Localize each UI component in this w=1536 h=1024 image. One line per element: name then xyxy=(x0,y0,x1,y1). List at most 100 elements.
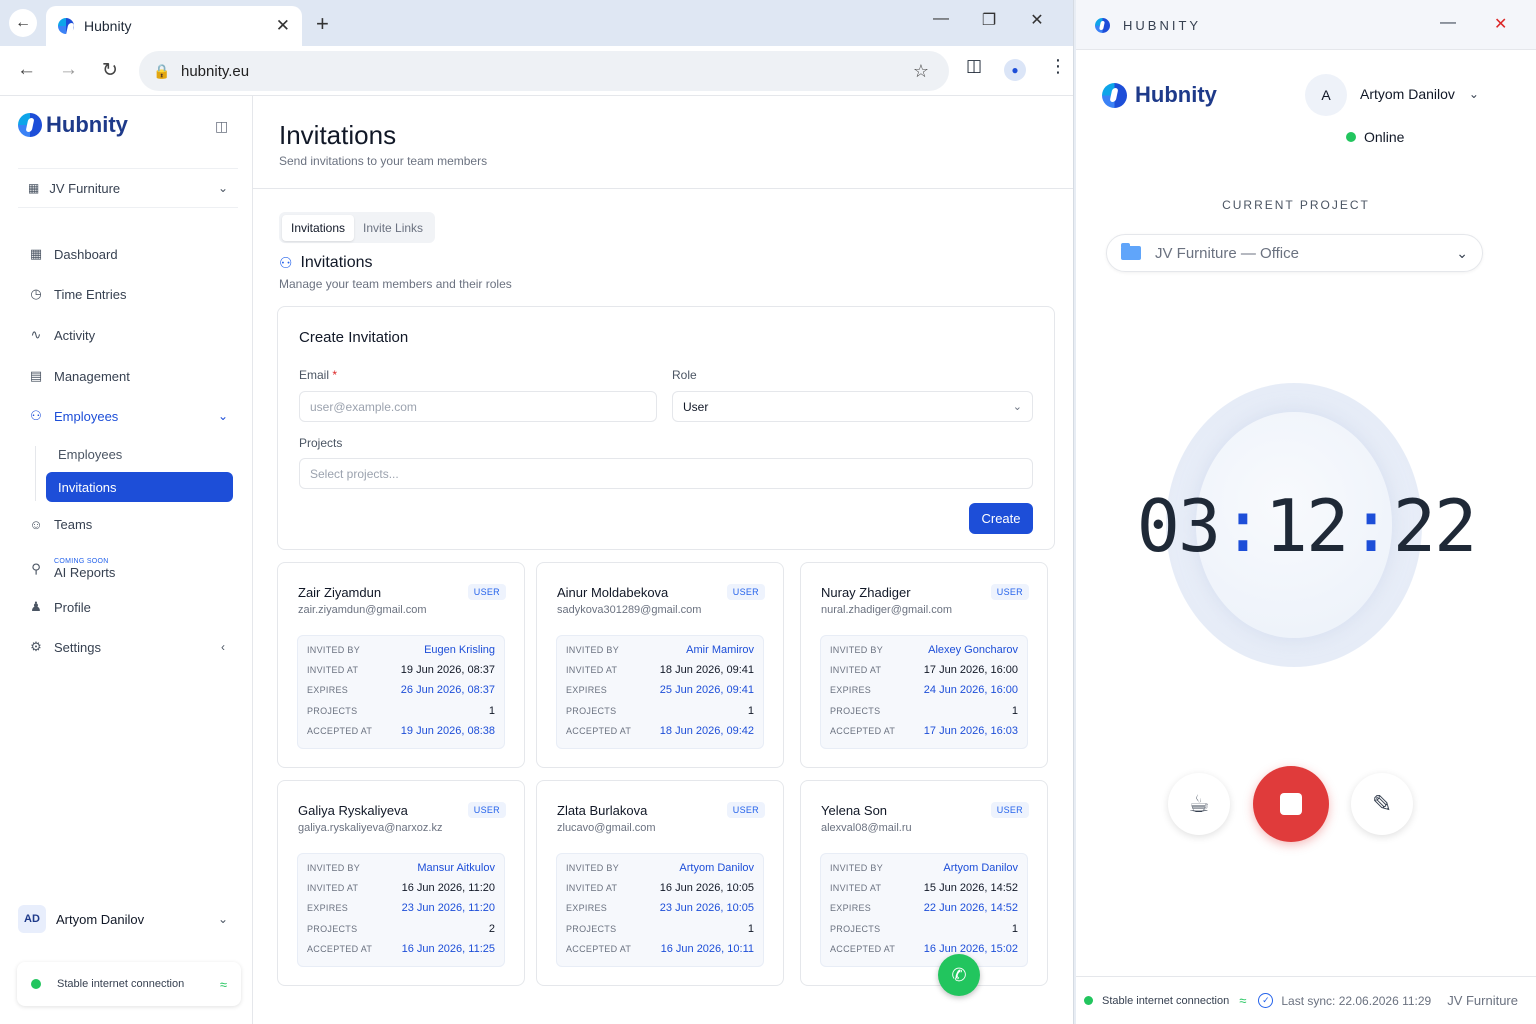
detail-label: INVITED AT xyxy=(307,883,359,894)
section-title: ⚇ Invitations xyxy=(279,254,373,272)
sidebar-item-activity[interactable]: ∿ Activity xyxy=(18,318,238,352)
role-select[interactable]: User ⌄ xyxy=(672,391,1033,422)
invitation-detail-row: ACCEPTED AT 16 Jun 2026, 10:11 xyxy=(566,939,754,959)
reload-icon[interactable]: ↻ xyxy=(102,59,118,82)
sidebar-subitem-employees[interactable]: Employees xyxy=(46,439,233,469)
sidebar-item-time-entries[interactable]: ◷ Time Entries xyxy=(18,277,238,311)
last-sync-text: Last sync: 22.06.2026 11:29 xyxy=(1281,993,1432,1008)
invitation-details: INVITED BY Alexey Goncharov INVITED AT 17 J… xyxy=(820,635,1028,749)
lock-icon[interactable]: 🔒 xyxy=(153,63,181,80)
sidebar-item-dashboard[interactable]: ▦ Dashboard xyxy=(18,237,238,271)
role-label: Role xyxy=(672,368,697,382)
invitee-email: galiya.ryskaliyeva@narxoz.kz xyxy=(298,822,443,834)
invitation-detail-row: PROJECTS 1 xyxy=(830,919,1018,939)
header-divider xyxy=(253,188,1073,189)
detail-label: ACCEPTED AT xyxy=(830,943,896,954)
detail-value: 19 Jun 2026, 08:38 xyxy=(400,724,495,737)
tracker-logo: Hubnity xyxy=(1102,82,1217,108)
side-panel-icon[interactable]: ◫ xyxy=(966,56,982,76)
online-status: Online xyxy=(1346,129,1404,145)
tab-search-back-icon[interactable]: ← xyxy=(9,9,37,37)
chevron-down-icon: ⌄ xyxy=(1012,401,1022,413)
main-content: Invitations Send invitations to your tea… xyxy=(253,96,1073,1024)
sidebar-item-profile[interactable]: ♟ Profile xyxy=(18,590,238,624)
whatsapp-chat-button[interactable]: ✆ xyxy=(938,954,980,996)
url-input[interactable]: 🔒 hubnity.eu ☆ xyxy=(139,51,949,91)
detail-value: 24 Jun 2026, 16:00 xyxy=(923,684,1018,697)
edit-entry-button[interactable]: ✎ xyxy=(1351,773,1413,835)
sidebar-logo[interactable]: Hubnity xyxy=(18,112,128,138)
detail-value: 16 Jun 2026, 10:11 xyxy=(660,942,754,955)
status-dot xyxy=(31,979,41,989)
tab-invite-links[interactable]: Invite Links xyxy=(354,215,432,241)
create-button[interactable]: Create xyxy=(969,503,1033,534)
coming-soon-badge: COMING SOON xyxy=(54,558,109,565)
new-tab-icon[interactable]: + xyxy=(316,11,329,37)
invitee-email: alexval08@mail.ru xyxy=(821,822,912,834)
detail-value: 18 Jun 2026, 09:41 xyxy=(659,664,754,677)
sidebar-item-management[interactable]: ▤ Management xyxy=(18,359,238,393)
detail-value: 16 Jun 2026, 11:20 xyxy=(401,882,495,895)
minimize-icon[interactable]: — xyxy=(917,10,965,30)
current-project-label: CURRENT PROJECT xyxy=(1222,198,1370,212)
required-marker: * xyxy=(332,368,338,382)
timer-separator: : xyxy=(1349,484,1392,568)
chevron-left-icon: ‹ xyxy=(221,640,225,654)
invitation-detail-row: ACCEPTED AT 16 Jun 2026, 15:02 xyxy=(830,939,1018,959)
detail-label: PROJECTS xyxy=(830,705,881,716)
detail-value: 1 xyxy=(1011,704,1018,717)
tracker-title-bar: HUBNITY — ✕ xyxy=(1076,0,1536,50)
window-controls: — ❐ ✕ xyxy=(917,10,1061,30)
gear-icon: ⚙ xyxy=(30,639,42,654)
connection-text: Stable internet connection xyxy=(1102,994,1230,1007)
stop-icon xyxy=(1280,793,1302,815)
sidebar-subitem-invitations[interactable]: Invitations xyxy=(46,472,233,502)
invitation-detail-row: PROJECTS 1 xyxy=(566,701,754,721)
minimize-icon[interactable]: — xyxy=(1440,14,1456,32)
close-tab-icon[interactable]: ✕ xyxy=(276,16,290,36)
tracker-window-title: HUBNITY xyxy=(1123,18,1202,33)
sidebar-item-ai-reports[interactable]: ⚲ COMING SOON AI Reports xyxy=(18,549,238,589)
back-icon[interactable]: ← xyxy=(17,59,36,81)
wifi-icon: ≈ xyxy=(1239,993,1247,1008)
detail-label: INVITED BY xyxy=(307,863,361,874)
invitation-details: INVITED BY Eugen Krisling INVITED AT 19 Jun… xyxy=(297,635,505,749)
organization-selector[interactable]: ▦ JV Furniture ⌄ xyxy=(18,168,238,208)
email-field[interactable]: user@example.com xyxy=(299,391,657,422)
sidebar-item-settings[interactable]: ⚙ Settings ‹ xyxy=(18,630,238,664)
detail-label: INVITED BY xyxy=(566,645,620,656)
close-icon[interactable]: ✕ xyxy=(1494,14,1507,34)
sidebar-item-employees[interactable]: ⚇ Employees ⌄ xyxy=(18,399,238,433)
detail-label: INVITED BY xyxy=(566,863,620,874)
detail-value: 1 xyxy=(747,704,754,717)
invitation-detail-row: INVITED AT 16 Jun 2026, 10:05 xyxy=(566,878,754,898)
restore-icon[interactable]: ❐ xyxy=(965,10,1013,30)
detail-label: PROJECTS xyxy=(830,923,881,934)
browser-tab[interactable]: Hubnity ✕ xyxy=(46,6,302,46)
projects-select[interactable]: Select projects... xyxy=(299,458,1033,489)
tab-invitations[interactable]: Invitations xyxy=(282,214,355,241)
bookmark-star-icon[interactable]: ☆ xyxy=(913,61,929,82)
sidebar-item-label: Employees xyxy=(54,408,119,424)
invitation-detail-row: EXPIRES 23 Jun 2026, 10:05 xyxy=(566,898,754,918)
close-window-icon[interactable]: ✕ xyxy=(1013,10,1061,30)
detail-value: Mansur Aitkulov xyxy=(417,862,495,875)
user-name: Artyom Danilov xyxy=(1360,86,1455,102)
browser-window: ← Hubnity ✕ + — ❐ ✕ ← → ↻ 🔒 hubnity.eu ☆… xyxy=(0,0,1074,1024)
sidebar-item-teams[interactable]: ☺ Teams xyxy=(18,507,238,541)
whatsapp-icon: ✆ xyxy=(951,964,967,985)
break-button[interactable]: ☕ xyxy=(1168,773,1230,835)
invitation-detail-row: EXPIRES 23 Jun 2026, 11:20 xyxy=(307,898,495,918)
project-selector[interactable]: JV Furniture — Office ⌄ xyxy=(1106,234,1483,272)
forward-icon[interactable]: → xyxy=(59,59,78,81)
menu-kebab-icon[interactable]: ⋮ xyxy=(1049,56,1067,77)
wifi-icon: ≈ xyxy=(219,976,227,992)
user-menu[interactable]: Artyom Danilov ⌄ xyxy=(1360,86,1479,102)
detail-label: ACCEPTED AT xyxy=(830,725,896,736)
avatar[interactable]: A xyxy=(1305,74,1347,116)
detail-value: 1 xyxy=(1011,922,1018,935)
user-menu[interactable]: AD Artyom Danilov ⌄ xyxy=(18,904,238,934)
stop-timer-button[interactable] xyxy=(1253,766,1329,842)
collapse-sidebar-icon[interactable]: ◫ xyxy=(215,118,228,135)
profile-icon[interactable]: ● xyxy=(1004,59,1026,81)
